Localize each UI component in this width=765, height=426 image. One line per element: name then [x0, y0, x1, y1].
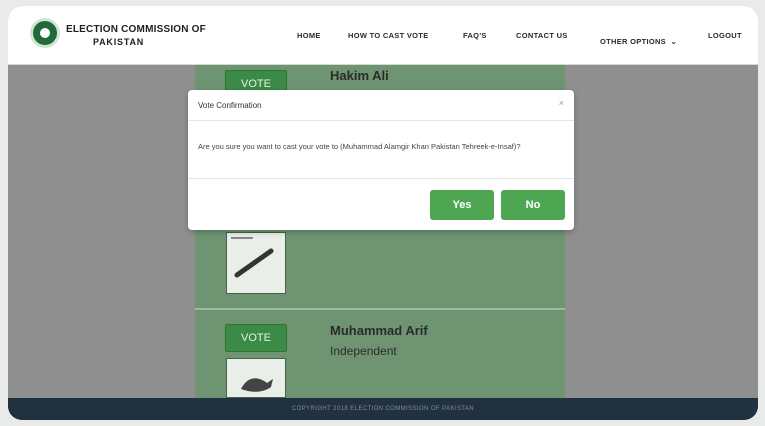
footer: COPYRIGHT 2018 ELECTION COMMISSION OF PA… [8, 398, 758, 420]
brand-country: PAKISTAN [93, 37, 145, 47]
vote-confirmation-dialog: Vote Confirmation × Are you sure you wan… [188, 90, 574, 230]
vote-button[interactable]: VOTE [225, 324, 287, 352]
ecp-logo-icon [30, 18, 60, 48]
nav-other-options[interactable]: OTHER OPTIONS ⌄ [600, 31, 677, 49]
top-navbar: ELECTION COMMISSION OF PAKISTAN HOME HOW… [8, 6, 758, 65]
nav-faqs[interactable]: FAQ'S [463, 31, 487, 40]
candidate-divider [195, 308, 565, 310]
candidate-name: Hakim Ali [330, 68, 389, 83]
nav-contact-us[interactable]: CONTACT US [516, 31, 568, 40]
brand-name: ELECTION COMMISSION OF [66, 24, 206, 35]
nav-other-options-label: OTHER OPTIONS [600, 37, 666, 46]
confirm-no-button[interactable]: No [501, 190, 565, 220]
dialog-footer-divider [188, 178, 574, 179]
dialog-title: Vote Confirmation [198, 101, 262, 110]
chevron-down-icon: ⌄ [670, 37, 678, 46]
election-symbol-pen-icon [226, 232, 286, 294]
dialog-message: Are you sure you want to cast your vote … [198, 142, 521, 151]
candidate-party: Independent [330, 344, 397, 358]
confirm-yes-button[interactable]: Yes [430, 190, 494, 220]
app-frame: ELECTION COMMISSION OF PAKISTAN HOME HOW… [8, 6, 758, 420]
election-symbol-bird-icon [226, 358, 286, 398]
nav-logout[interactable]: LOGOUT [708, 31, 742, 40]
nav-how-to-cast-vote[interactable]: HOW TO CAST VOTE [348, 31, 429, 40]
dialog-header-divider [188, 120, 574, 121]
close-icon[interactable]: × [559, 98, 564, 108]
candidate-name: Muhammad Arif [330, 323, 428, 338]
nav-home[interactable]: HOME [297, 31, 321, 40]
